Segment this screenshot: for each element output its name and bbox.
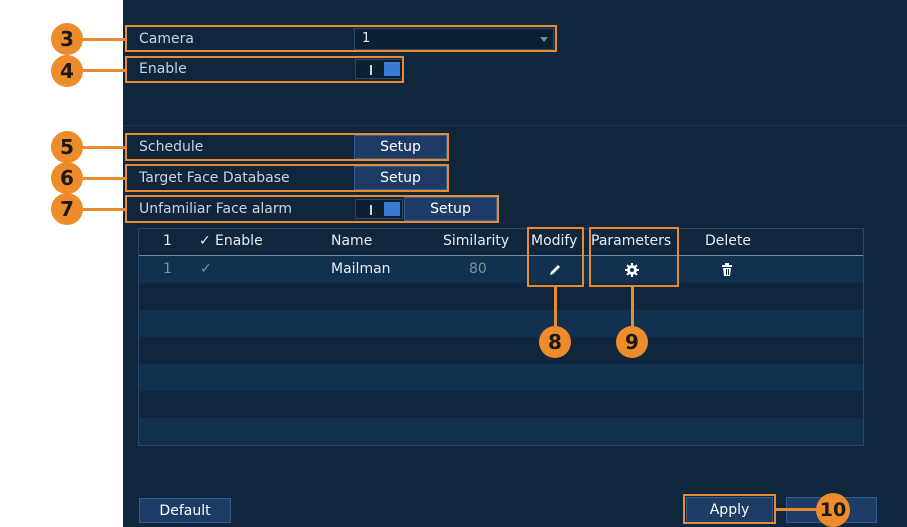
enable-label: Enable [139, 61, 187, 77]
row-enable-check[interactable]: ✓ [200, 261, 212, 277]
callout-9: 9 [616, 326, 648, 358]
table-row-empty [139, 283, 863, 310]
target-face-setup-button[interactable]: Setup [354, 166, 447, 190]
header-enable: Enable [215, 233, 263, 249]
camera-select[interactable]: 1 [354, 28, 554, 50]
pencil-icon[interactable] [547, 262, 563, 278]
camera-label: Camera [139, 31, 194, 47]
table-row-empty [139, 310, 863, 337]
header-name: Name [331, 233, 373, 249]
callout-line-9 [631, 287, 634, 327]
header-delete: Delete [705, 233, 751, 249]
table-row-empty [139, 391, 863, 418]
chevron-down-icon [540, 37, 548, 42]
row-index: 1 [163, 261, 172, 277]
apply-button[interactable]: Apply [686, 497, 773, 523]
callout-5: 5 [51, 131, 83, 163]
header-similarity: Similarity [443, 233, 510, 249]
callout-line-6 [80, 177, 126, 180]
callout-6: 6 [51, 162, 83, 194]
callout-line-8 [554, 287, 557, 327]
callout-line-3 [80, 38, 126, 41]
trash-icon[interactable] [719, 262, 735, 278]
schedule-label: Schedule [139, 139, 204, 155]
header-parameters: Parameters [591, 233, 672, 249]
callout-line-5 [80, 146, 126, 149]
header-modify: Modify [531, 233, 578, 249]
schedule-setup-button[interactable]: Setup [354, 135, 447, 159]
callout-3: 3 [51, 23, 83, 55]
callout-7: 7 [51, 193, 83, 225]
table-row[interactable]: 1 ✓ Mailman 80 [139, 256, 863, 283]
callout-8: 8 [539, 326, 571, 358]
callout-line-7 [80, 208, 126, 211]
unfamiliar-face-setup-button[interactable]: Setup [404, 197, 497, 221]
header-index: 1 [163, 233, 172, 249]
row-name: Mailman [331, 261, 391, 277]
table-row-empty [139, 337, 863, 364]
unfamiliar-face-toggle[interactable] [355, 199, 403, 219]
table-row-empty [139, 364, 863, 391]
camera-select-value: 1 [362, 31, 371, 46]
gear-icon[interactable] [624, 262, 640, 278]
row-similarity: 80 [469, 261, 487, 277]
header-enable-check[interactable]: ✓ [199, 233, 211, 249]
callout-4: 4 [51, 55, 83, 87]
target-face-label: Target Face Database [139, 170, 290, 186]
enable-toggle[interactable] [355, 59, 403, 79]
callout-10: 10 [816, 493, 850, 527]
unfamiliar-face-label: Unfamiliar Face alarm [139, 201, 293, 217]
callout-line-10 [776, 508, 816, 511]
table-row-empty [139, 418, 863, 445]
default-button[interactable]: Default [139, 498, 231, 523]
table-header: 1 ✓ Enable Name Similarity Modify Parame… [139, 229, 863, 256]
face-database-table: 1 ✓ Enable Name Similarity Modify Parame… [138, 228, 864, 446]
section-divider [123, 125, 907, 126]
callout-line-4 [80, 69, 126, 72]
